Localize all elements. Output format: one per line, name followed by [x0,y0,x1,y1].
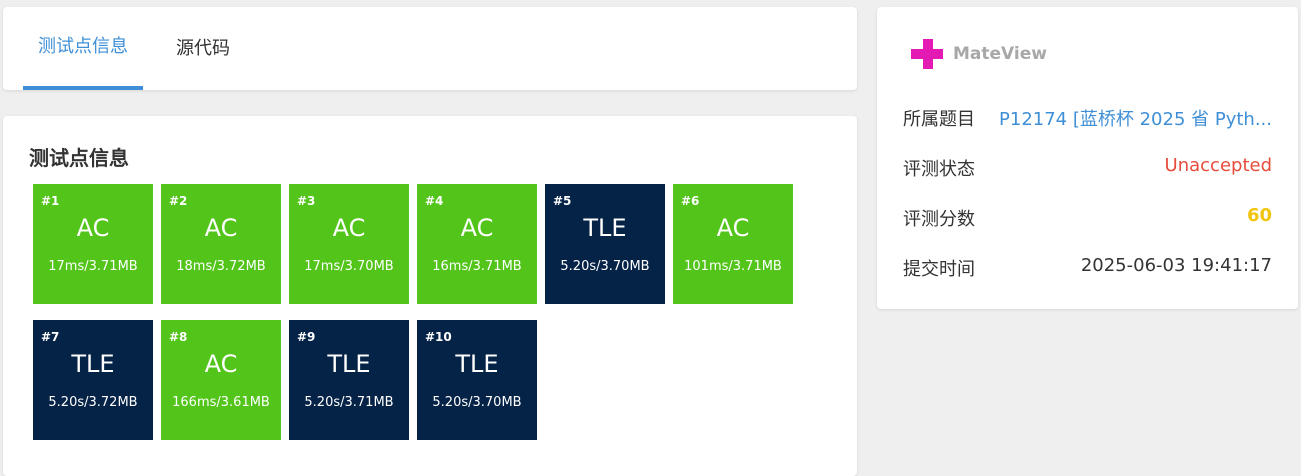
test-case-resources: 18ms/3.72MB [176,259,266,274]
test-case-resources: 16ms/3.71MB [432,259,522,274]
score-label: 评测分数 [903,209,975,230]
test-points-panel: 测试点信息 #1 AC 17ms/3.71MB #2 AC 18ms/3.72MB #3 AC… [3,116,857,476]
test-case-status: AC [76,214,110,242]
test-case-number: #4 [425,194,444,208]
test-case-status: AC [332,214,366,242]
test-case-number: #8 [169,330,188,344]
test-case-number: #1 [41,194,60,208]
submit-time-row: 提交时间 2025-06-03 19:41:17 [903,255,1272,285]
test-case-resources: 5.20s/3.70MB [560,259,650,274]
test-case-number: #2 [169,194,188,208]
status-label: 评测状态 [903,159,975,180]
test-case-number: #3 [297,194,316,208]
mateview-logo: MateView [911,37,1047,71]
test-case-status: AC [460,214,494,242]
test-case-status: TLE [583,214,627,242]
mateview-logo-icon [911,39,943,69]
test-case-tile[interactable]: #3 AC 17ms/3.70MB [289,184,409,304]
submit-time-value: 2025-06-03 19:41:17 [1080,255,1272,276]
test-case-tile[interactable]: #10 TLE 5.20s/3.70MB [417,320,537,440]
test-case-tile[interactable]: #9 TLE 5.20s/3.71MB [289,320,409,440]
tab-bar: 测试点信息 源代码 [3,7,857,90]
test-case-tile[interactable]: #5 TLE 5.20s/3.70MB [545,184,665,304]
test-case-tile[interactable]: #2 AC 18ms/3.72MB [161,184,281,304]
test-case-tile[interactable]: #6 AC 101ms/3.71MB [673,184,793,304]
test-case-number: #5 [553,194,572,208]
status-row: 评测状态 Unaccepted [903,155,1272,185]
test-case-number: #10 [425,330,452,344]
test-case-status: TLE [327,350,371,378]
submit-time-label: 提交时间 [903,259,975,280]
tab-source-code[interactable]: 源代码 [163,7,243,90]
problem-link[interactable]: P12174 [蓝桥杯 2025 省 Pyth... [989,105,1272,131]
test-case-tile[interactable]: #8 AC 166ms/3.61MB [161,320,281,440]
problem-label: 所属题目 [903,109,975,130]
status-value: Unaccepted [1164,155,1272,176]
test-case-tile[interactable]: #7 TLE 5.20s/3.72MB [33,320,153,440]
test-case-status: TLE [455,350,499,378]
test-case-resources: 5.20s/3.72MB [48,395,138,410]
test-case-number: #6 [681,194,700,208]
test-case-status: AC [204,350,238,378]
test-case-resources: 17ms/3.71MB [48,259,138,274]
tab-test-info[interactable]: 测试点信息 [23,7,143,90]
section-title: 测试点信息 [29,146,129,170]
test-case-resources: 17ms/3.70MB [304,259,394,274]
test-case-status: AC [716,214,750,242]
test-case-resources: 101ms/3.71MB [684,259,782,274]
logo-text: MateView [953,44,1047,64]
test-case-status: TLE [71,350,115,378]
score-row: 评测分数 60 [903,205,1272,235]
problem-row: 所属题目 P12174 [蓝桥杯 2025 省 Pyth... [903,105,1272,135]
test-case-tile[interactable]: #1 AC 17ms/3.71MB [33,184,153,304]
test-case-tile[interactable]: #4 AC 16ms/3.71MB [417,184,537,304]
test-case-resources: 166ms/3.61MB [172,395,270,410]
test-case-resources: 5.20s/3.70MB [432,395,522,410]
test-case-resources: 5.20s/3.71MB [304,395,394,410]
test-case-number: #9 [297,330,316,344]
test-case-status: AC [204,214,238,242]
test-case-number: #7 [41,330,60,344]
score-value: 60 [1246,205,1272,226]
submission-info-panel: MateView 所属题目 P12174 [蓝桥杯 2025 省 Pyth...… [877,7,1298,309]
